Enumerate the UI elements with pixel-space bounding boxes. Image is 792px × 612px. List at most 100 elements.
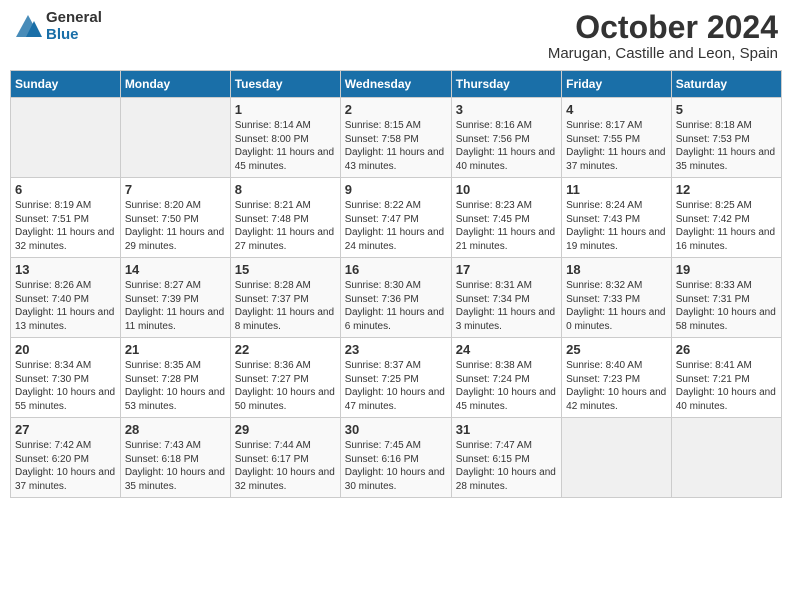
day-number: 11: [566, 182, 667, 197]
day-number: 27: [15, 422, 116, 437]
location-title: Marugan, Castille and Leon, Spain: [548, 45, 778, 62]
day-number: 8: [235, 182, 336, 197]
day-number: 25: [566, 342, 667, 357]
day-number: 28: [125, 422, 226, 437]
day-cell: 10 Sunrise: 8:23 AM Sunset: 7:45 PM Dayli…: [451, 178, 561, 258]
day-info: Sunrise: 8:33 AM Sunset: 7:31 PM Dayligh…: [676, 279, 777, 333]
header-cell-sunday: Sunday: [11, 71, 121, 98]
header-cell-wednesday: Wednesday: [340, 71, 451, 98]
day-number: 6: [15, 182, 116, 197]
logo: General Blue: [14, 10, 102, 43]
day-info: Sunrise: 8:16 AM Sunset: 7:56 PM Dayligh…: [456, 119, 557, 173]
calendar-table: SundayMondayTuesdayWednesdayThursdayFrid…: [10, 70, 782, 498]
day-number: 30: [345, 422, 447, 437]
day-number: 31: [456, 422, 557, 437]
day-info: Sunrise: 8:17 AM Sunset: 7:55 PM Dayligh…: [566, 119, 667, 173]
day-info: Sunrise: 8:38 AM Sunset: 7:24 PM Dayligh…: [456, 359, 557, 413]
day-cell: 15 Sunrise: 8:28 AM Sunset: 7:37 PM Dayli…: [230, 258, 340, 338]
day-number: 29: [235, 422, 336, 437]
day-info: Sunrise: 8:23 AM Sunset: 7:45 PM Dayligh…: [456, 199, 557, 253]
day-number: 15: [235, 262, 336, 277]
day-cell: 11Sunrise: 8:24 AM Sunset: 7:43 PM Dayli…: [562, 178, 672, 258]
day-cell: [11, 98, 121, 178]
day-cell: 20 Sunrise: 8:34 AM Sunset: 7:30 PM Dayli…: [11, 338, 121, 418]
calendar-header: SundayMondayTuesdayWednesdayThursdayFrid…: [11, 71, 782, 98]
day-info: Sunrise: 8:34 AM Sunset: 7:30 PM Dayligh…: [15, 359, 116, 413]
day-cell: 23 Sunrise: 8:37 AM Sunset: 7:25 PM Dayli…: [340, 338, 451, 418]
day-info: Sunrise: 7:42 AM Sunset: 6:20 PM Dayligh…: [15, 439, 116, 493]
day-cell: 19 Sunrise: 8:33 AM Sunset: 7:31 PM Dayli…: [671, 258, 781, 338]
header-cell-saturday: Saturday: [671, 71, 781, 98]
day-info: Sunrise: 8:36 AM Sunset: 7:27 PM Dayligh…: [235, 359, 336, 413]
day-cell: 31 Sunrise: 7:47 AM Sunset: 6:15 PM Dayli…: [451, 418, 561, 498]
day-number: 23: [345, 342, 447, 357]
day-cell: 2 Sunrise: 8:15 AM Sunset: 7:58 PM Daylig…: [340, 98, 451, 178]
header-cell-friday: Friday: [562, 71, 672, 98]
day-number: 14: [125, 262, 226, 277]
day-info: Sunrise: 7:43 AM Sunset: 6:18 PM Dayligh…: [125, 439, 226, 493]
month-title: October 2024: [548, 10, 778, 45]
day-number: 2: [345, 102, 447, 117]
day-number: 3: [456, 102, 557, 117]
calendar-body: 1Sunrise: 8:14 AM Sunset: 8:00 PM Daylig…: [11, 98, 782, 498]
day-info: Sunrise: 7:45 AM Sunset: 6:16 PM Dayligh…: [345, 439, 447, 493]
day-number: 26: [676, 342, 777, 357]
week-row: 13 Sunrise: 8:26 AM Sunset: 7:40 PM Dayli…: [11, 258, 782, 338]
day-number: 13: [15, 262, 116, 277]
logo-blue-text: Blue: [46, 27, 102, 44]
day-info: Sunrise: 8:27 AM Sunset: 7:39 PM Dayligh…: [125, 279, 226, 333]
day-info: Sunrise: 7:47 AM Sunset: 6:15 PM Dayligh…: [456, 439, 557, 493]
day-number: 20: [15, 342, 116, 357]
day-number: 22: [235, 342, 336, 357]
week-row: 27 Sunrise: 7:42 AM Sunset: 6:20 PM Dayli…: [11, 418, 782, 498]
week-row: 20 Sunrise: 8:34 AM Sunset: 7:30 PM Dayli…: [11, 338, 782, 418]
day-number: 9: [345, 182, 447, 197]
logo-icon: [14, 13, 42, 41]
header-row: SundayMondayTuesdayWednesdayThursdayFrid…: [11, 71, 782, 98]
day-info: Sunrise: 8:40 AM Sunset: 7:23 PM Dayligh…: [566, 359, 667, 413]
header-cell-monday: Monday: [120, 71, 230, 98]
day-info: Sunrise: 8:18 AM Sunset: 7:53 PM Dayligh…: [676, 119, 777, 173]
day-info: Sunrise: 8:15 AM Sunset: 7:58 PM Dayligh…: [345, 119, 447, 173]
day-info: Sunrise: 8:31 AM Sunset: 7:34 PM Dayligh…: [456, 279, 557, 333]
day-cell: 29 Sunrise: 7:44 AM Sunset: 6:17 PM Dayli…: [230, 418, 340, 498]
day-number: 24: [456, 342, 557, 357]
day-info: Sunrise: 8:30 AM Sunset: 7:36 PM Dayligh…: [345, 279, 447, 333]
day-cell: 26 Sunrise: 8:41 AM Sunset: 7:21 PM Dayli…: [671, 338, 781, 418]
day-info: Sunrise: 8:21 AM Sunset: 7:48 PM Dayligh…: [235, 199, 336, 253]
day-cell: 5 Sunrise: 8:18 AM Sunset: 7:53 PM Daylig…: [671, 98, 781, 178]
day-number: 10: [456, 182, 557, 197]
day-cell: 6 Sunrise: 8:19 AM Sunset: 7:51 PM Daylig…: [11, 178, 121, 258]
day-number: 21: [125, 342, 226, 357]
week-row: 6 Sunrise: 8:19 AM Sunset: 7:51 PM Daylig…: [11, 178, 782, 258]
title-area: October 2024 Marugan, Castille and Leon,…: [548, 10, 778, 62]
day-cell: 24 Sunrise: 8:38 AM Sunset: 7:24 PM Dayli…: [451, 338, 561, 418]
day-number: 19: [676, 262, 777, 277]
day-cell: 28 Sunrise: 7:43 AM Sunset: 6:18 PM Dayli…: [120, 418, 230, 498]
day-info: Sunrise: 8:28 AM Sunset: 7:37 PM Dayligh…: [235, 279, 336, 333]
day-cell: 18Sunrise: 8:32 AM Sunset: 7:33 PM Dayli…: [562, 258, 672, 338]
day-info: Sunrise: 8:26 AM Sunset: 7:40 PM Dayligh…: [15, 279, 116, 333]
day-cell: 12Sunrise: 8:25 AM Sunset: 7:42 PM Dayli…: [671, 178, 781, 258]
day-cell: 14 Sunrise: 8:27 AM Sunset: 7:39 PM Dayli…: [120, 258, 230, 338]
day-cell: 21 Sunrise: 8:35 AM Sunset: 7:28 PM Dayli…: [120, 338, 230, 418]
day-info: Sunrise: 8:19 AM Sunset: 7:51 PM Dayligh…: [15, 199, 116, 253]
day-info: Sunrise: 8:41 AM Sunset: 7:21 PM Dayligh…: [676, 359, 777, 413]
day-number: 7: [125, 182, 226, 197]
day-cell: [562, 418, 672, 498]
day-cell: [120, 98, 230, 178]
day-cell: 25 Sunrise: 8:40 AM Sunset: 7:23 PM Dayli…: [562, 338, 672, 418]
day-cell: 22 Sunrise: 8:36 AM Sunset: 7:27 PM Dayli…: [230, 338, 340, 418]
day-cell: 13 Sunrise: 8:26 AM Sunset: 7:40 PM Dayli…: [11, 258, 121, 338]
day-cell: 16Sunrise: 8:30 AM Sunset: 7:36 PM Dayli…: [340, 258, 451, 338]
day-cell: 4Sunrise: 8:17 AM Sunset: 7:55 PM Daylig…: [562, 98, 672, 178]
header-cell-thursday: Thursday: [451, 71, 561, 98]
day-cell: [671, 418, 781, 498]
day-info: Sunrise: 8:35 AM Sunset: 7:28 PM Dayligh…: [125, 359, 226, 413]
logo-general-text: General: [46, 10, 102, 27]
day-number: 5: [676, 102, 777, 117]
day-info: Sunrise: 7:44 AM Sunset: 6:17 PM Dayligh…: [235, 439, 336, 493]
day-cell: 27 Sunrise: 7:42 AM Sunset: 6:20 PM Dayli…: [11, 418, 121, 498]
day-info: Sunrise: 8:37 AM Sunset: 7:25 PM Dayligh…: [345, 359, 447, 413]
day-info: Sunrise: 8:20 AM Sunset: 7:50 PM Dayligh…: [125, 199, 226, 253]
